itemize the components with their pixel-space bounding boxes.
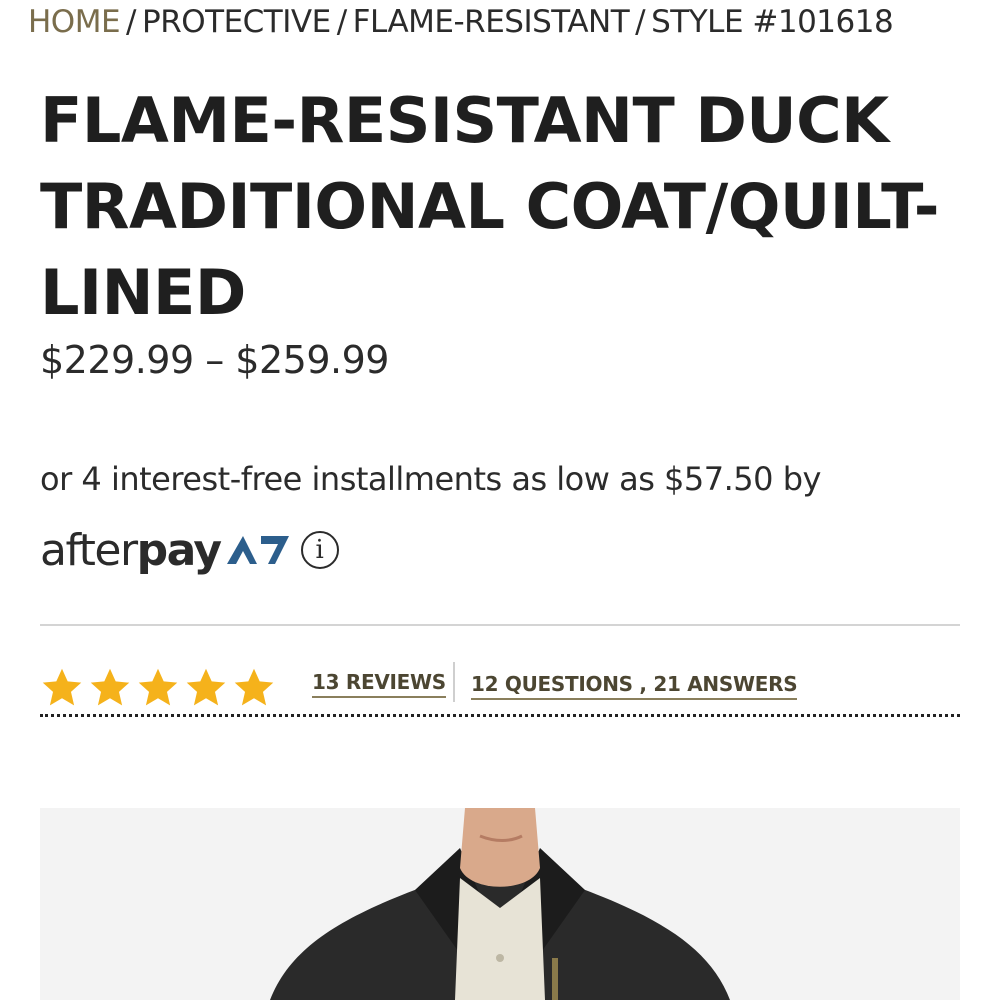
afterpay-arrows-icon — [226, 536, 289, 564]
star-rating — [40, 666, 276, 710]
product-price: $229.99 – $259.99 — [40, 338, 389, 382]
breadcrumb-separator: / — [336, 4, 347, 40]
afterpay-wordmark: afterpay — [40, 524, 223, 576]
afterpay-wordmark-light: after — [40, 524, 138, 576]
star-icon — [42, 668, 82, 706]
breadcrumb-current-style: STYLE #101618 — [651, 4, 894, 40]
reviews-link[interactable]: 13 REVIEWS — [312, 670, 446, 698]
rating-row: 13 REVIEWS 12 QUESTIONS , 21 ANSWERS — [40, 662, 960, 718]
breadcrumb-separator: / — [126, 4, 136, 40]
star-icon — [138, 668, 178, 706]
breadcrumb: HOME / PROTECTIVE / FLAME-RESISTANT / STYLE #1… — [28, 2, 988, 42]
product-title: FLAME-RESISTANT DUCK TRADITIONAL COAT/QU… — [40, 84, 940, 329]
breadcrumb-flame-resistant-link[interactable]: FLAME-RESISTANT — [353, 4, 630, 40]
questions-answers-link[interactable]: 12 QUESTIONS , 21 ANSWERS — [471, 672, 798, 700]
product-image[interactable] — [40, 808, 960, 1000]
breadcrumb-protective-link[interactable]: PROTECTIVE — [142, 4, 331, 40]
afterpay-wordmark-bold: pay — [136, 524, 223, 576]
dotted-divider — [40, 714, 960, 717]
star-icon — [90, 668, 130, 706]
star-icon — [234, 668, 274, 706]
star-icon — [186, 668, 226, 706]
vertical-separator — [453, 662, 455, 702]
afterpay-logo-row: afterpay i — [40, 518, 339, 582]
installments-text: or 4 interest-free installments as low a… — [40, 460, 821, 498]
product-photo-illustration — [40, 808, 960, 1000]
info-icon[interactable]: i — [300, 531, 339, 569]
breadcrumb-home-link[interactable]: HOME — [28, 4, 121, 40]
divider — [40, 624, 960, 626]
breadcrumb-separator: / — [635, 4, 646, 40]
